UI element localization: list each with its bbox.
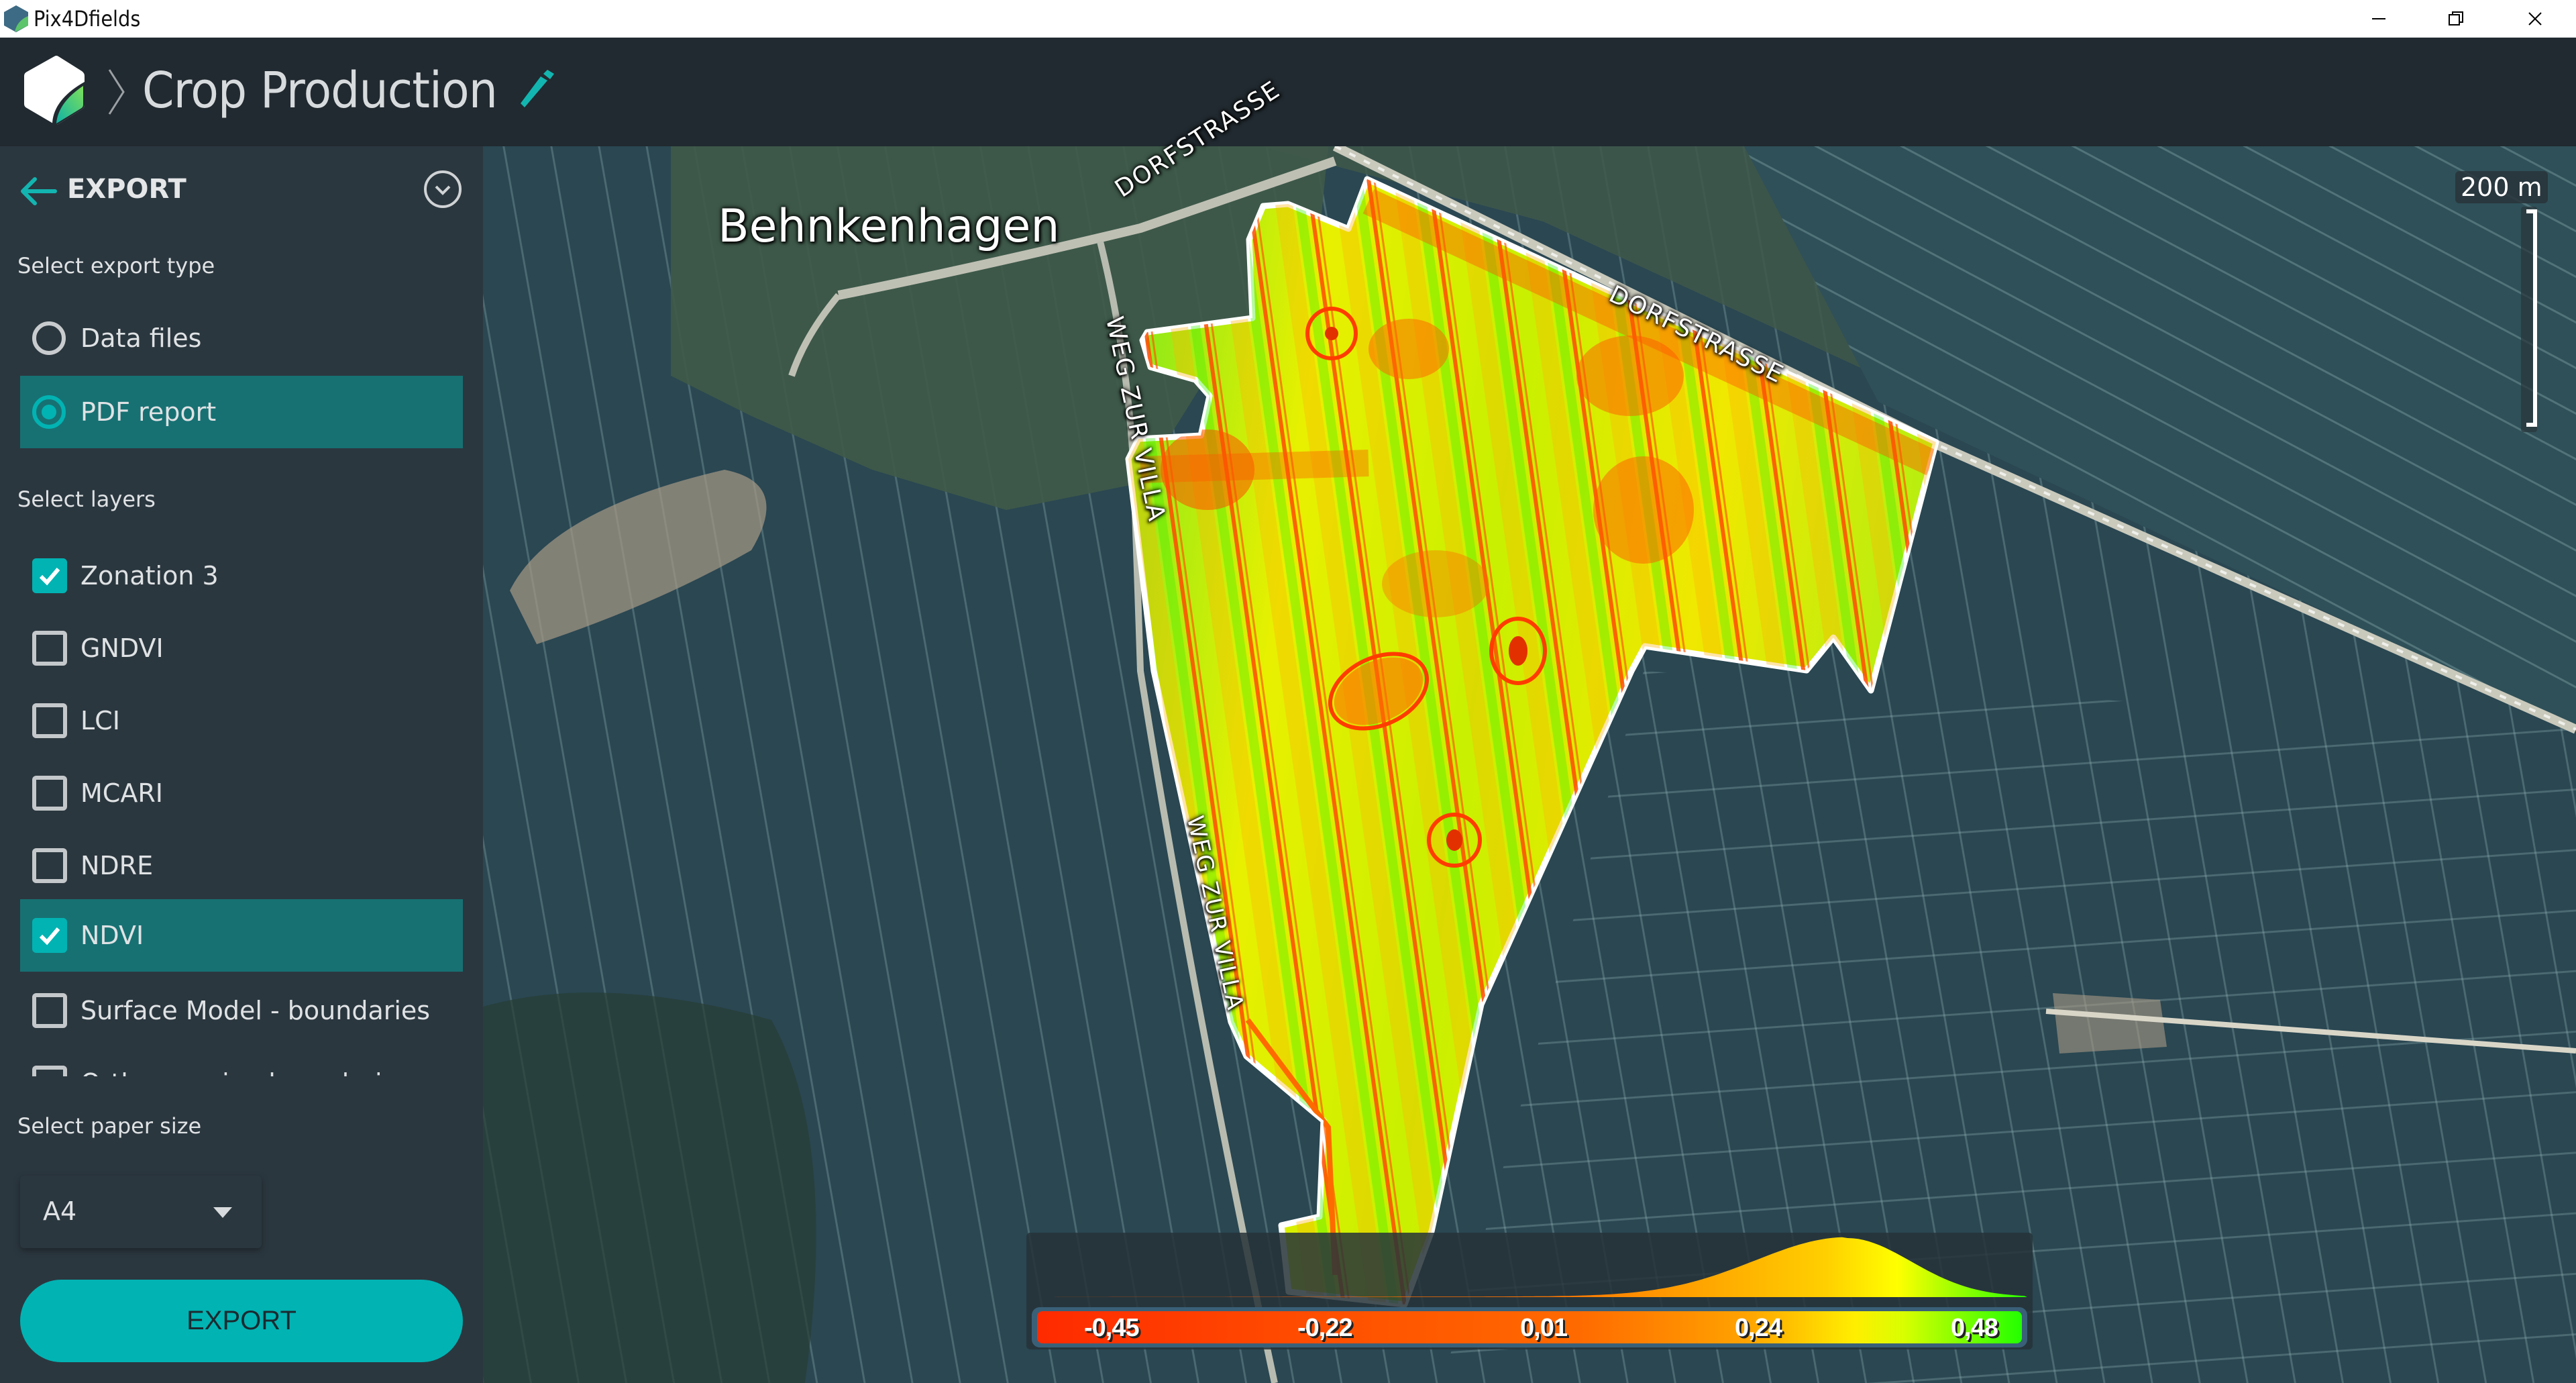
restore-button[interactable] bbox=[2418, 0, 2493, 38]
tick-label: -0,45 bbox=[1084, 1314, 1140, 1342]
obstacle-center bbox=[1509, 636, 1527, 666]
project-title: Crop Production bbox=[142, 62, 498, 119]
checkbox[interactable] bbox=[32, 1066, 67, 1076]
restore-icon bbox=[2449, 11, 2463, 25]
checkbox[interactable] bbox=[32, 918, 67, 953]
low-ndvi-zone bbox=[1382, 550, 1489, 617]
radio-data-files[interactable]: Data files bbox=[20, 302, 463, 374]
checkbox[interactable] bbox=[32, 703, 67, 738]
checkbox[interactable] bbox=[32, 558, 67, 593]
app-logo-icon bbox=[4, 5, 28, 32]
layer-list[interactable]: Zonation 3 GNDVI LCI MCARI NDRE NDVI Sur… bbox=[0, 537, 483, 1076]
layer-label: Orthomosaic - boundaries bbox=[80, 1068, 411, 1076]
checkmark-icon bbox=[39, 568, 60, 586]
layer-item-lci[interactable]: LCI bbox=[20, 684, 463, 757]
tick-label: 0,48 bbox=[1951, 1314, 1998, 1342]
headland bbox=[1140, 450, 1369, 483]
close-icon bbox=[2528, 12, 2542, 25]
dropdown-caret-icon bbox=[213, 1207, 232, 1218]
checkbox[interactable] bbox=[32, 993, 67, 1028]
low-ndvi-zone bbox=[1368, 319, 1449, 379]
radio-label: Data files bbox=[80, 323, 202, 353]
low-ndvi-zone bbox=[1593, 456, 1694, 564]
histogram-area bbox=[1026, 1237, 2027, 1297]
window-title-bar: Pix4Dfields bbox=[0, 0, 2576, 38]
layer-label: NDVI bbox=[80, 921, 144, 950]
ndvi-histogram bbox=[1026, 1237, 2027, 1297]
meadow-patch-east bbox=[2053, 993, 2167, 1054]
obstacle-center bbox=[1446, 829, 1462, 851]
back-arrow-icon[interactable] bbox=[19, 176, 58, 207]
close-button[interactable] bbox=[2498, 0, 2573, 38]
export-heading: EXPORT bbox=[67, 174, 186, 205]
paper-size-dropdown[interactable]: A4 bbox=[20, 1176, 262, 1248]
radio-button[interactable] bbox=[32, 395, 66, 429]
chevron-down-circle-icon[interactable] bbox=[423, 169, 463, 209]
pix4dfields-logo-icon[interactable] bbox=[23, 55, 86, 126]
layer-label: NDRE bbox=[80, 851, 154, 880]
radio-pdf-report[interactable]: PDF report bbox=[20, 376, 463, 448]
tick-label: 0,24 bbox=[1735, 1314, 1782, 1342]
checkmark-icon bbox=[39, 927, 60, 945]
scale-bar bbox=[2521, 207, 2537, 432]
satellite-map[interactable] bbox=[483, 146, 2576, 1383]
layer-item-ndvi[interactable]: NDVI bbox=[20, 899, 463, 972]
export-button[interactable]: EXPORT bbox=[20, 1280, 463, 1362]
checkbox[interactable] bbox=[32, 631, 67, 666]
paper-size-value: A4 bbox=[43, 1196, 77, 1226]
layer-label: Zonation 3 bbox=[80, 561, 219, 591]
layer-item-gndvi[interactable]: GNDVI bbox=[20, 612, 463, 684]
pencil-icon[interactable] bbox=[518, 70, 557, 110]
chevron-right-icon bbox=[108, 69, 125, 115]
layer-item-mcari[interactable]: MCARI bbox=[20, 757, 463, 829]
village-label: Behnkenhagen bbox=[718, 200, 1060, 253]
checkbox[interactable] bbox=[32, 776, 67, 811]
paper-size-label: Select paper size bbox=[17, 1113, 202, 1139]
layer-item-orthomosaic-boundaries[interactable]: Orthomosaic - boundaries bbox=[20, 1047, 463, 1076]
checkbox[interactable] bbox=[32, 848, 67, 883]
map-view[interactable] bbox=[483, 146, 2576, 1383]
tick-label: 0,01 bbox=[1520, 1314, 1568, 1342]
forest-area bbox=[483, 992, 816, 1383]
layer-label: MCARI bbox=[80, 778, 163, 808]
layer-item-zonation-3[interactable]: Zonation 3 bbox=[20, 540, 463, 612]
radio-label: PDF report bbox=[80, 397, 217, 427]
layer-label: LCI bbox=[80, 706, 120, 735]
ndvi-color-scale: -0,45 -0,22 0,01 0,24 0,48 bbox=[1032, 1307, 2027, 1347]
obstacle-center bbox=[1325, 327, 1338, 340]
export-type-label: Select export type bbox=[17, 253, 215, 278]
tick-label: -0,22 bbox=[1297, 1314, 1353, 1342]
minimize-button[interactable] bbox=[2341, 0, 2416, 38]
scale-label: 200 m bbox=[2455, 171, 2548, 203]
layer-label: Surface Model - boundaries bbox=[80, 996, 431, 1025]
layer-label: GNDVI bbox=[80, 633, 164, 663]
app-title: Pix4Dfields bbox=[34, 6, 141, 32]
radio-button[interactable] bbox=[32, 321, 66, 355]
layer-item-surface-model-boundaries[interactable]: Surface Model - boundaries bbox=[20, 974, 463, 1047]
layers-label: Select layers bbox=[17, 486, 156, 512]
layer-item-ndre[interactable]: NDRE bbox=[20, 829, 463, 902]
minimize-icon bbox=[2372, 18, 2385, 19]
